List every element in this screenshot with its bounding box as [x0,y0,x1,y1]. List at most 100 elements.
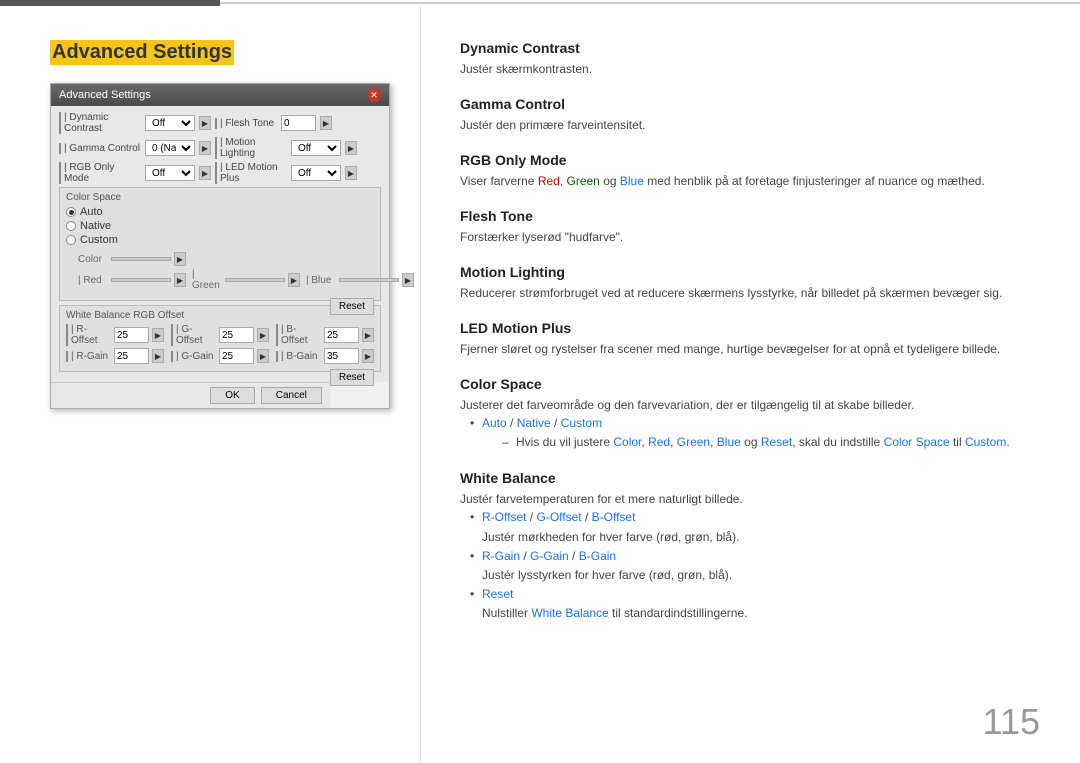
wb-offset-row: | R-Offset ▶ | G-Offset ▶ | B-Offset ▶ [66,324,374,346]
led-motion-plus-section: LED Motion Plus Fjerner sløret og rystel… [460,320,1040,358]
blue-link: Blue [717,435,741,449]
wb-reset-desc: Nulstiller White Balance til standardind… [482,604,1040,623]
rgb-only-mode-label: | RGB Only Mode [59,162,141,184]
radio-auto-dot[interactable] [66,207,76,217]
g-offset-arrow[interactable]: ▶ [257,328,269,342]
b-gain-input[interactable] [324,348,359,364]
radio-native-label: Native [80,220,111,232]
red-arrow[interactable]: ▶ [174,273,186,287]
b-gain-arrow[interactable]: ▶ [362,349,374,363]
dialog-titlebar: Advanced Settings ✕ [51,84,389,106]
g-offset-input[interactable] [219,327,254,343]
r-offset-input[interactable] [114,327,149,343]
color-space-bullet-list: Auto / Native / Custom Hvis du vil juste… [460,414,1040,452]
gamma-control-select[interactable]: 0 (Natural) [145,140,195,156]
color-space-content-body: Justerer det farveområde og den farvevar… [460,396,1040,414]
g-offset-link: G-Offset [536,510,581,524]
g-gain-input[interactable] [219,348,254,364]
dynamic-contrast-select[interactable]: Off [145,115,195,131]
rgb-only-mode-heading: RGB Only Mode [460,152,1040,168]
wb-bullet-gain: R-Gain / G-Gain / B-Gain Justér lysstyrk… [470,547,1040,585]
rgb-only-mode-arrow[interactable]: ▶ [199,166,211,180]
color-sliders: Color ▶ | Red ▶ | Green ▶ [66,248,374,293]
rgb-only-mode-row: | RGB Only Mode Off ▶ | LED Motion Plus … [59,162,381,184]
color-space-section: Color Space Auto Native Custom Color [59,187,381,301]
green-arrow[interactable]: ▶ [288,273,300,287]
blue-arrow[interactable]: ▶ [402,273,414,287]
led-motion-plus-arrow[interactable]: ▶ [345,166,357,180]
radio-custom-label: Custom [80,234,118,246]
flesh-tone-section: Flesh Tone Forstærker lyserød "hudfarve"… [460,208,1040,246]
ok-button[interactable]: OK [210,387,254,404]
right-panel: Dynamic Contrast Justér skærmkontrasten.… [420,0,1080,763]
r-gain-input[interactable] [114,348,149,364]
wb-reset-link: Reset [482,587,513,601]
wb-bullet-reset: Reset Nulstiller White Balance til stand… [470,585,1040,623]
motion-lighting-label: | Motion Lighting [215,137,287,159]
green-slider-row: | Green ▶ [192,269,300,291]
radio-native-row: Native [66,220,374,232]
r-gain-link: R-Gain [482,549,520,563]
blue-slider[interactable] [339,278,399,282]
color-reset-button[interactable]: Reset [330,298,374,315]
colorspace-link: Color Space [884,435,950,449]
wb-offset-desc: Justér mørkheden for hver farve (rød, gr… [482,528,1040,547]
r-gain-label: | R-Gain [66,351,111,362]
dynamic-contrast-heading: Dynamic Contrast [460,40,1040,56]
white-balance-body: Justér farvetemperaturen for et mere nat… [460,490,1040,508]
dialog-close-button[interactable]: ✕ [367,88,381,102]
green-slider[interactable] [225,278,285,282]
color-arrow[interactable]: ▶ [174,252,186,266]
rgb-sliders: | Red ▶ | Green ▶ | Blue ▶ [78,269,374,293]
radio-native-dot[interactable] [66,221,76,231]
flesh-tone-label: | Flesh Tone [215,118,277,129]
r-offset-arrow[interactable]: ▶ [152,328,164,342]
gamma-control-label: | Gamma Control [59,143,141,154]
advanced-settings-dialog: Advanced Settings ✕ | Dynamic Contrast O… [50,83,390,409]
led-motion-plus-heading: LED Motion Plus [460,320,1040,336]
flesh-tone-input[interactable] [281,115,316,131]
left-panel: Advanced Settings Advanced Settings ✕ | … [0,0,420,763]
radio-custom-dot[interactable] [66,235,76,245]
color-space-content-heading: Color Space [460,376,1040,392]
b-gain-label: | B-Gain [276,351,321,362]
led-motion-plus-body: Fjerner sløret og rystelser fra scener m… [460,340,1040,358]
led-motion-plus-label: | LED Motion Plus [215,162,287,184]
blue-slider-row: | Blue ▶ [306,269,414,291]
custom-link: Custom [561,416,602,430]
motion-lighting-arrow[interactable]: ▶ [345,141,357,155]
section-title: Advanced Settings [50,40,234,65]
wb-section: White Balance RGB Offset | R-Offset ▶ | … [59,305,381,372]
radio-auto-row: Auto [66,206,374,218]
flesh-tone-body: Forstærker lyserød "hudfarve". [460,228,1040,246]
rgb-only-mode-body: Viser farverne Red, Green og Blue med he… [460,172,1040,190]
blue-label: | Blue [306,275,336,286]
g-gain-arrow[interactable]: ▶ [257,349,269,363]
white-balance-bullet-list: R-Offset / G-Offset / B-Offset Justér mø… [460,508,1040,623]
wb-gain-row: | R-Gain ▶ | G-Gain ▶ | B-Gain ▶ [66,348,374,364]
rgb-only-mode-section: RGB Only Mode Viser farverne Red, Green … [460,152,1040,190]
motion-lighting-heading: Motion Lighting [460,264,1040,280]
green-label: | Green [192,269,222,291]
dynamic-contrast-row: | Dynamic Contrast Off ▶ | Flesh Tone ▶ [59,112,381,134]
red-slider[interactable] [111,278,171,282]
rgb-only-mode-select[interactable]: Off [145,165,195,181]
dialog-title: Advanced Settings [59,89,151,101]
flesh-tone-arrow[interactable]: ▶ [320,116,332,130]
wb-gain-desc: Justér lysstyrken for hver farve (rød, g… [482,566,1040,585]
color-space-bullet-1: Auto / Native / Custom Hvis du vil juste… [470,414,1040,452]
b-offset-input[interactable] [324,327,359,343]
gamma-control-arrow[interactable]: ▶ [199,141,211,155]
dialog-footer: OK Cancel [51,382,330,408]
wb-reset-button[interactable]: Reset [330,369,374,386]
color-slider[interactable] [111,257,171,261]
dynamic-contrast-arrow[interactable]: ▶ [199,116,211,130]
motion-lighting-select[interactable]: Off [291,140,341,156]
cancel-button[interactable]: Cancel [261,387,322,404]
r-gain-arrow[interactable]: ▶ [152,349,164,363]
gamma-control-section: Gamma Control Justér den primære farvein… [460,96,1040,134]
color-space-sub-list: Hvis du vil justere Color, Red, Green, B… [482,433,1040,452]
white-balance-section: White Balance Justér farvetemperaturen f… [460,470,1040,623]
led-motion-plus-select[interactable]: Off [291,165,341,181]
b-offset-arrow[interactable]: ▶ [362,328,374,342]
